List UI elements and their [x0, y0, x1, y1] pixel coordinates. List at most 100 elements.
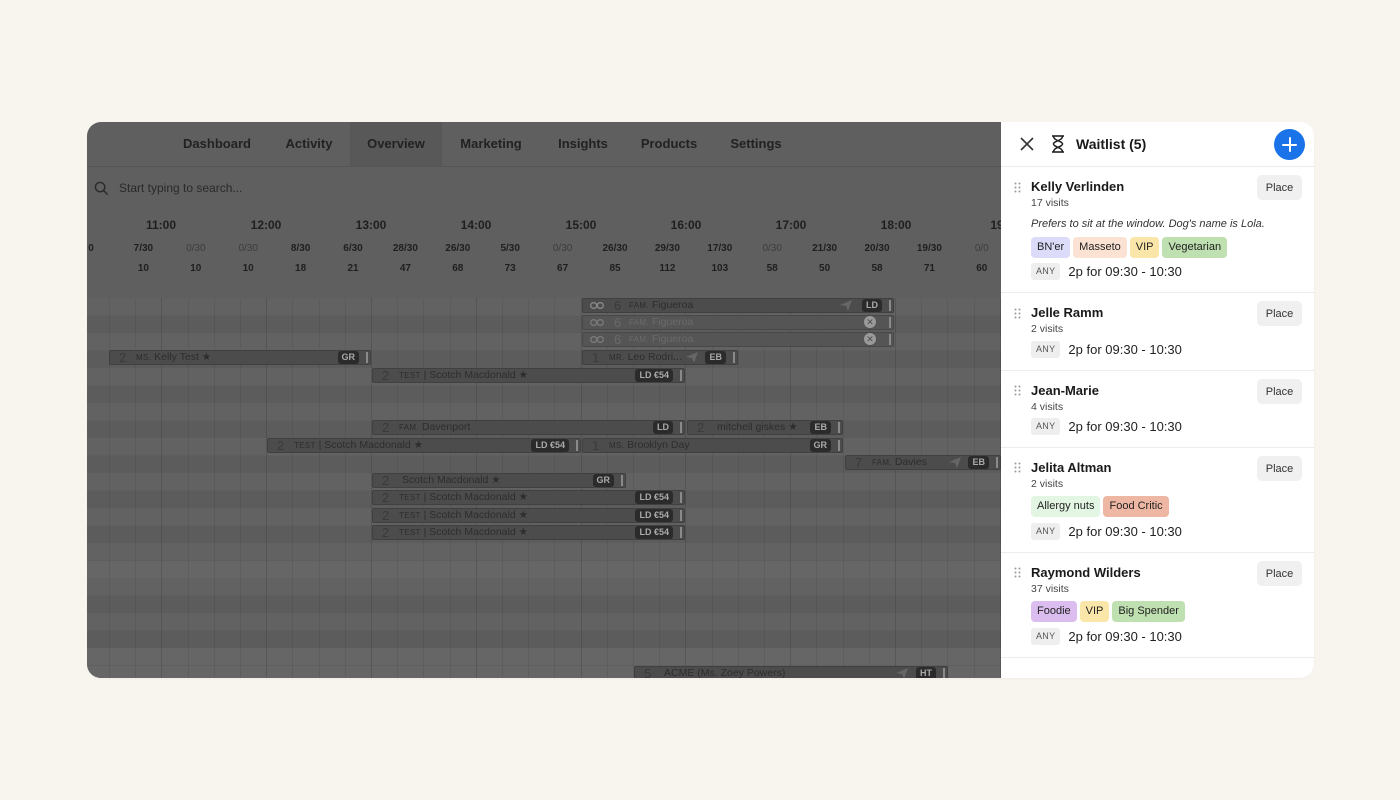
waitlist-item[interactable]: Jelita Altman 2 visits Place Allergy nut…	[1001, 448, 1314, 553]
grid-row[interactable]	[87, 403, 1001, 420]
booking-handle[interactable]	[733, 352, 735, 363]
drag-handle-icon[interactable]	[1014, 308, 1021, 319]
guest-tag: Masseto	[1073, 237, 1127, 258]
booking-handle[interactable]	[889, 300, 891, 311]
grid-row[interactable]	[87, 578, 1001, 595]
capacity-cell: 26/30	[602, 243, 628, 254]
grid-row[interactable]	[87, 613, 1001, 630]
place-button[interactable]: Place	[1257, 301, 1302, 326]
booking-handle[interactable]	[889, 334, 891, 345]
place-button[interactable]: Place	[1257, 456, 1302, 481]
booking-block[interactable]: 2 TEST | Scotch Macdonald ★ LD €54	[372, 368, 685, 383]
place-button[interactable]: Place	[1257, 379, 1302, 404]
waitlist-item[interactable]: Jean-Marie 4 visits Place ANY 2p for 09:3…	[1001, 371, 1314, 448]
tab-dashboard[interactable]: Dashboard	[177, 122, 257, 166]
booking-block[interactable]: 2 Scotch Macdonald ★ GR	[372, 473, 626, 488]
tab-products[interactable]: Products	[634, 122, 704, 166]
hour-header: 11:00 12:00 13:00 14:00 15:00 16:00 17:0…	[87, 210, 1001, 238]
link-icon	[590, 336, 604, 343]
table-any-badge: ANY	[1031, 523, 1061, 541]
booking-party-size: 2	[697, 420, 705, 435]
booking-block[interactable]: 1 MS. Brooklyn Day GR	[582, 438, 843, 453]
party-slot: 2p for 09:30 - 10:30	[1068, 419, 1182, 435]
booking-handle[interactable]	[889, 317, 891, 328]
booking-handle[interactable]	[680, 492, 682, 503]
place-button[interactable]: Place	[1257, 175, 1302, 200]
booking-block[interactable]: 2 MS. Kelly Test ★ GR	[109, 350, 371, 365]
booking-handle[interactable]	[621, 475, 623, 486]
booking-block[interactable]: 2 TEST | Scotch Macdonald ★ LD €54	[372, 490, 685, 505]
grid-row[interactable]	[87, 595, 1001, 613]
drag-handle-icon[interactable]	[1014, 462, 1021, 473]
booking-handle[interactable]	[838, 440, 840, 451]
booking-block[interactable]: 5 ACME (Ms. Zoey Powers) HT	[634, 666, 948, 678]
tab-marketing[interactable]: Marketing	[453, 122, 529, 166]
booking-block[interactable]: 2 mitchell giskes ★ EB	[687, 420, 843, 435]
guest-tag: VIP	[1129, 237, 1160, 258]
booking-guest: Leo Rodri...	[627, 351, 682, 363]
capacity-cell: 0	[88, 243, 94, 254]
guest-name: Jelle Ramm	[1031, 305, 1104, 320]
grid-row[interactable]	[87, 648, 1001, 665]
booking-block[interactable]: 6 FAM. Figueroa ✕	[582, 332, 894, 347]
booking-handle[interactable]	[680, 422, 682, 433]
booking-party-size: 5	[644, 666, 652, 678]
booking-handle[interactable]	[838, 422, 840, 433]
booking-handle[interactable]	[943, 668, 945, 678]
booking-name: FAM. Figueroa	[629, 315, 693, 330]
grid-line	[764, 298, 765, 678]
tab-insights[interactable]: Insights	[549, 122, 617, 166]
booking-handle[interactable]	[996, 457, 998, 468]
grid-row[interactable]	[87, 560, 1001, 578]
covers-cell: 47	[399, 263, 411, 274]
booking-party-size: 1	[592, 350, 600, 365]
search-bar[interactable]: Start typing to search...	[87, 166, 1001, 211]
booking-handle[interactable]	[576, 440, 578, 451]
booking-tag: GR	[337, 351, 359, 364]
capacity-cell: 5/30	[500, 243, 520, 254]
booking-name: TEST | Scotch Macdonald ★	[399, 490, 528, 505]
booking-handle[interactable]	[680, 527, 682, 538]
grid-row[interactable]	[87, 385, 1001, 403]
drag-handle-icon[interactable]	[1014, 385, 1021, 396]
booking-block[interactable]: 1 MR. Leo Rodri... EB	[582, 350, 738, 365]
hour-label: 17:00	[775, 218, 807, 232]
waitlist-item[interactable]: Raymond Wilders 37 visits Place Foodie VI…	[1001, 553, 1314, 658]
booking-block[interactable]: 2 FAM. Davenport LD	[372, 420, 685, 435]
visit-count: 2 visits	[1031, 478, 1064, 490]
booking-handle[interactable]	[680, 510, 682, 521]
grid-row[interactable]	[87, 543, 1001, 560]
waitlist-item[interactable]: Kelly Verlinden 17 visits Place Prefers …	[1001, 167, 1314, 293]
booking-prefix: MS.	[136, 353, 152, 362]
booking-block[interactable]: 6 FAM. Figueroa ✕	[582, 315, 894, 330]
capacity-cell: 8/30	[290, 243, 311, 254]
booking-block[interactable]: 6 FAM. Figueroa LD	[582, 298, 894, 313]
covers-cell: 67	[557, 263, 569, 274]
booking-block[interactable]: 2 TEST | Scotch Macdonald ★ LD €54	[372, 525, 685, 540]
booking-prefix: FAM.	[629, 335, 649, 344]
booking-block[interactable]: 2 TEST | Scotch Macdonald ★ LD €54	[267, 438, 581, 453]
booking-block[interactable]: 7 FAM. Davies EB	[845, 455, 1001, 470]
add-waitlist-button[interactable]	[1274, 129, 1305, 160]
place-button[interactable]: Place	[1257, 561, 1302, 586]
grid-row[interactable]	[87, 630, 1001, 648]
drag-handle-icon[interactable]	[1014, 182, 1021, 193]
tab-overview[interactable]: Overview	[350, 122, 442, 166]
search-input[interactable]: Start typing to search...	[119, 181, 242, 195]
booking-handle[interactable]	[680, 370, 682, 381]
tab-activity[interactable]: Activity	[273, 122, 345, 166]
booking-party-size: 6	[614, 332, 622, 347]
booking-handle[interactable]	[366, 352, 368, 363]
booking-party-size: 2	[382, 525, 390, 540]
booking-block[interactable]: 2 TEST | Scotch Macdonald ★ LD €54	[372, 508, 685, 523]
guest-name: Kelly Verlinden	[1031, 179, 1125, 194]
booking-party-size: 2	[382, 508, 390, 523]
close-icon[interactable]	[1019, 136, 1035, 152]
capacity-cell: 0/30	[238, 243, 258, 254]
drag-handle-icon[interactable]	[1014, 567, 1021, 578]
waitlist-item[interactable]: Jelle Ramm 2 visits Place ANY 2p for 09:3…	[1001, 293, 1314, 371]
covers-cell: 112	[659, 263, 676, 274]
tab-settings[interactable]: Settings	[723, 122, 789, 166]
guest-tag: VIP	[1079, 601, 1110, 622]
capacity-cell: 19/30	[916, 243, 942, 254]
